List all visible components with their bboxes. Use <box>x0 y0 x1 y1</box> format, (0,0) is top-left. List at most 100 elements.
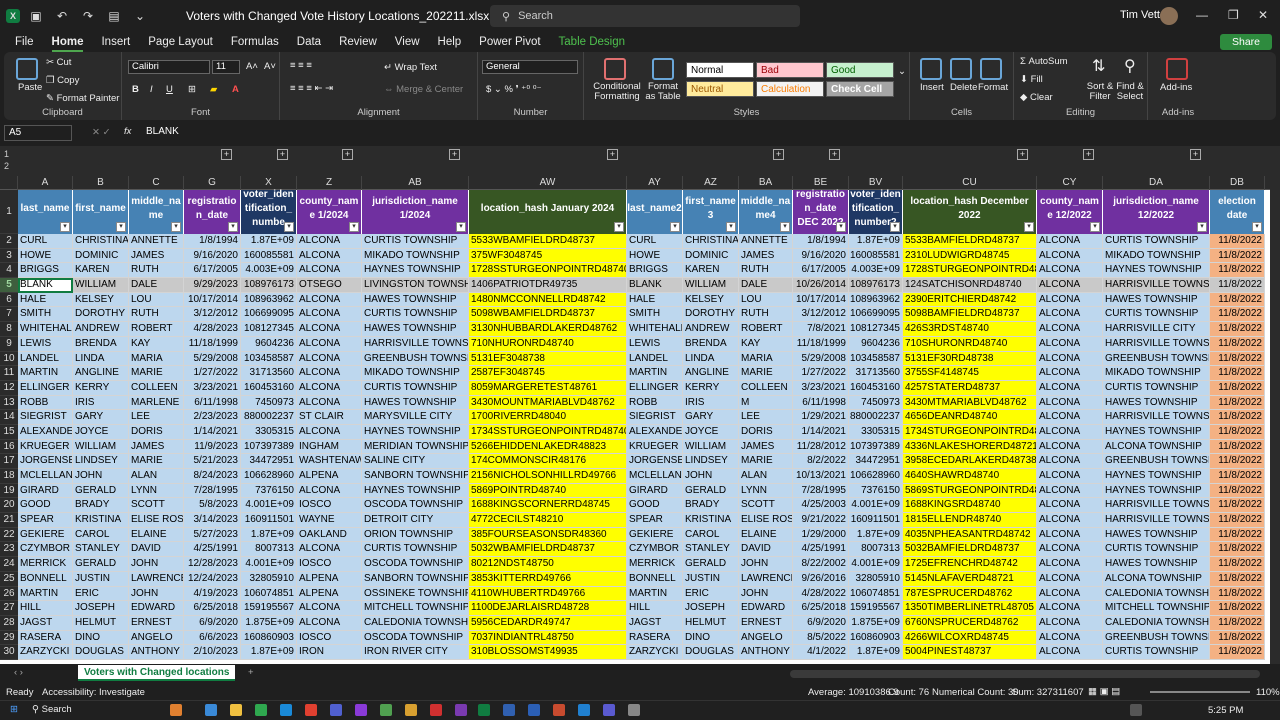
taskbar-search[interactable]: ⚲ Search <box>32 704 72 715</box>
table-cell[interactable]: KAREN <box>73 263 129 279</box>
onenote-icon[interactable] <box>455 704 467 716</box>
align-top-icon[interactable]: ≡ ≡ ≡ <box>290 60 312 71</box>
table-cell[interactable]: ALCONA <box>297 542 362 558</box>
table-cell[interactable]: 11/8/2022 <box>1210 645 1265 660</box>
table-cell[interactable]: CALEDONIA TOWNSHIP <box>1103 615 1210 631</box>
table-cell[interactable]: 5131EF30RD48738 <box>903 351 1037 367</box>
table-cell[interactable]: 1406PATRIOTDR49735 <box>469 278 627 293</box>
table-cell[interactable]: 3/23/2021 <box>793 380 849 396</box>
table-cell[interactable]: ZARZYCKI <box>18 645 73 660</box>
table-cell[interactable]: 9/29/2023 <box>184 278 241 293</box>
table-cell[interactable]: DAVID <box>739 542 793 558</box>
table-cell[interactable]: 1.87E+09 <box>849 234 903 249</box>
table-cell[interactable]: 1728STURGEONPOINTRD48740 <box>903 263 1037 279</box>
table-cell[interactable]: 3/23/2021 <box>184 380 241 396</box>
table-cell[interactable]: SIEGRIST <box>627 410 683 425</box>
brave-icon[interactable] <box>305 704 317 716</box>
table-cell[interactable]: HAWES TOWNSHIP <box>1103 292 1210 308</box>
table-cell[interactable]: LEE <box>739 410 793 425</box>
table-cell[interactable]: ZARZYCKI <box>627 645 683 660</box>
table-cell[interactable]: 11/8/2022 <box>1210 571 1265 587</box>
table-cell[interactable]: 5956CEDARDR49747 <box>469 615 627 631</box>
style-normal[interactable]: Normal <box>686 62 754 78</box>
table-cell[interactable]: JOHN <box>683 469 739 484</box>
delete-cells-button[interactable]: Delete <box>950 82 977 93</box>
table-cell[interactable]: KRISTINA <box>73 513 129 528</box>
tab-review[interactable]: Review <box>330 32 386 52</box>
select-all-corner[interactable] <box>0 176 18 190</box>
table-cell[interactable]: ALCONA <box>297 248 362 264</box>
table-cell[interactable]: CZYMBOR <box>627 542 683 558</box>
table-cell[interactable]: 7450973 <box>849 395 903 411</box>
table-cell[interactable]: 6/11/1998 <box>184 395 241 411</box>
table-cell[interactable]: WILLIAM <box>73 278 129 293</box>
table-cell[interactable]: ANTHONY <box>129 645 184 660</box>
table-cell[interactable]: 6/9/2020 <box>184 615 241 631</box>
table-cell[interactable]: 1725EFRENCHRD48742 <box>903 557 1037 572</box>
find-select-button[interactable]: Find & Select <box>1114 82 1146 102</box>
column-title[interactable]: last_name ▾ <box>18 190 73 234</box>
table-cell[interactable]: ALCONA <box>1037 630 1103 646</box>
filter-dropdown-icon[interactable]: ▾ <box>670 222 680 232</box>
table-cell[interactable]: 159195567 <box>241 601 297 616</box>
table-cell[interactable]: 880002237 <box>241 410 297 425</box>
expand-group-icon[interactable]: + <box>277 149 288 160</box>
table-cell[interactable]: LAWRENCE <box>739 571 793 587</box>
table-cell[interactable]: ALCONA <box>297 483 362 499</box>
table-cell[interactable]: HAWES TOWNSHIP <box>1103 527 1210 543</box>
filter-dropdown-icon[interactable]: ▾ <box>60 222 70 232</box>
zoom-slider[interactable] <box>1150 691 1250 693</box>
column-title[interactable]: jurisdiction_name 1/2024 ▾ <box>362 190 469 234</box>
table-cell[interactable]: ELAINE <box>739 527 793 543</box>
paste-icon[interactable] <box>16 58 38 80</box>
grow-font-icon[interactable]: A˄ <box>246 61 258 72</box>
table-cell[interactable]: 160453160 <box>241 380 297 396</box>
outline-level-1[interactable]: 1 <box>4 149 9 159</box>
table-cell[interactable]: IOSCO <box>297 630 362 646</box>
table-cell[interactable]: 11/8/2022 <box>1210 498 1265 514</box>
table-cell[interactable]: ALCONA <box>1037 424 1103 440</box>
table-cell[interactable]: ALCONA TOWNSHIP <box>1103 571 1210 587</box>
table-cell[interactable]: HAWES TOWNSHIP <box>362 292 469 308</box>
table-cell[interactable]: CALEDONIA TOWNSHIP <box>362 615 469 631</box>
table-cell[interactable]: ROBB <box>18 395 73 411</box>
table-cell[interactable]: IRON <box>297 645 362 660</box>
row-header-11[interactable]: 11 <box>0 366 18 381</box>
column-header-AW[interactable]: AW <box>469 176 627 190</box>
expand-group-icon[interactable]: + <box>221 149 232 160</box>
table-cell[interactable]: MARTIN <box>18 586 73 602</box>
table-cell[interactable]: 5/27/2023 <box>184 527 241 543</box>
table-cell[interactable]: 1.875E+09 <box>241 615 297 631</box>
format-as-table-button[interactable]: Format as Table <box>642 82 684 102</box>
table-cell[interactable]: 8/2/2022 <box>793 454 849 469</box>
table-cell[interactable]: 4640SHAWRD48740 <box>903 469 1037 484</box>
table-cell[interactable]: 160085581 <box>849 248 903 264</box>
table-cell[interactable]: SALINE CITY <box>362 454 469 469</box>
table-cell[interactable]: SMITH <box>18 307 73 323</box>
expand-group-icon[interactable]: + <box>1083 149 1094 160</box>
style-good[interactable]: Good <box>826 62 894 78</box>
table-cell[interactable]: SANBORN TOWNSHIP <box>362 469 469 484</box>
table-cell[interactable]: 1350TIMBERLINETRL48705 <box>903 601 1037 616</box>
table-cell[interactable]: JAMES <box>739 248 793 264</box>
app-icon-4[interactable] <box>405 704 417 716</box>
toolbar-icon[interactable]: ▤ <box>104 6 124 26</box>
shrink-font-icon[interactable]: A˅ <box>264 61 276 72</box>
table-cell[interactable]: MIKADO TOWNSHIP <box>1103 366 1210 381</box>
table-cell[interactable]: HAYNES TOWNSHIP <box>1103 469 1210 484</box>
table-cell[interactable]: 11/8/2022 <box>1210 513 1265 528</box>
style-check-cell[interactable]: Check Cell <box>826 81 894 97</box>
filter-dropdown-icon[interactable]: ▾ <box>171 222 181 232</box>
table-cell[interactable]: GEKIERE <box>18 527 73 543</box>
table-cell[interactable]: GERALD <box>73 557 129 572</box>
table-cell[interactable]: MARYSVILLE CITY <box>362 410 469 425</box>
table-cell[interactable]: ALCONA <box>1037 263 1103 279</box>
table-cell[interactable]: 5098WBAMFIELDRD48737 <box>469 307 627 323</box>
table-cell[interactable]: 11/8/2022 <box>1210 336 1265 352</box>
table-cell[interactable]: DOUGLAS <box>73 645 129 660</box>
table-cell[interactable]: 34472951 <box>849 454 903 469</box>
table-cell[interactable]: ELISE ROSE <box>739 513 793 528</box>
table-cell[interactable]: 11/8/2022 <box>1210 527 1265 543</box>
row-header-24[interactable]: 24 <box>0 557 18 572</box>
column-title[interactable]: county_nam e 1/2024 ▾ <box>297 190 362 234</box>
